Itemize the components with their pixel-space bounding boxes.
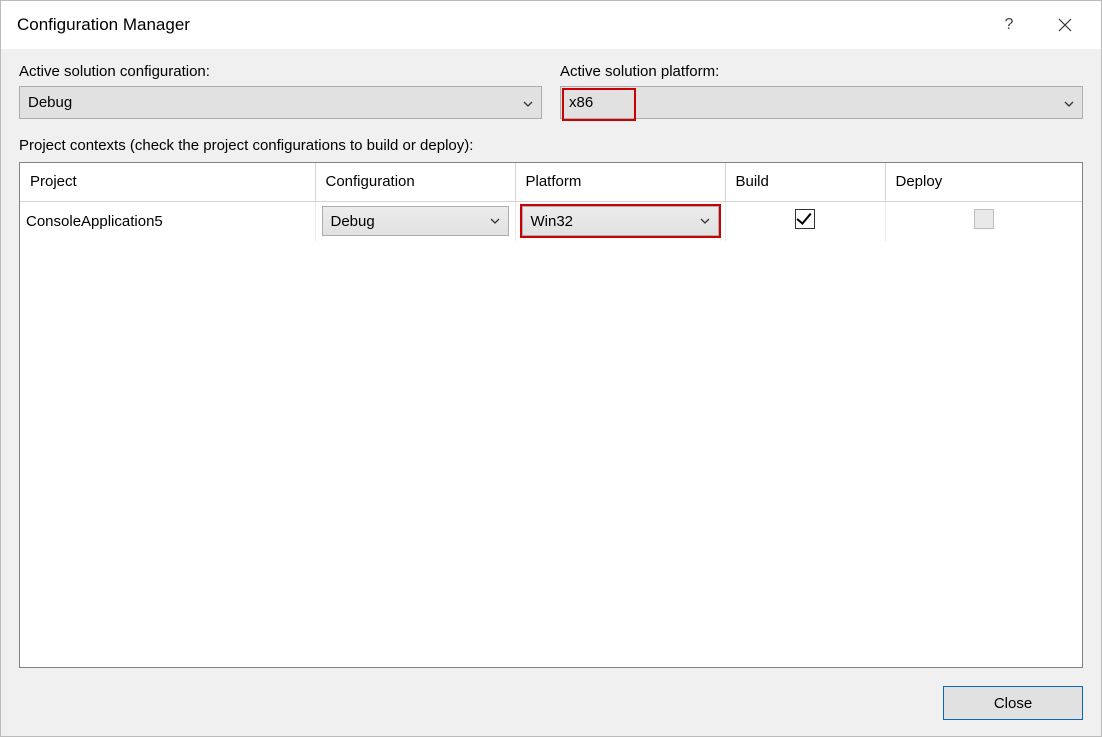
- client-area: Active solution configuration: Debug Act…: [1, 49, 1101, 736]
- window-title: Configuration Manager: [17, 15, 993, 35]
- titlebar-buttons: ?: [993, 9, 1089, 41]
- deploy-checkbox: [974, 209, 994, 229]
- col-deploy[interactable]: Deploy: [885, 163, 1082, 201]
- build-checkbox[interactable]: [795, 209, 815, 229]
- row-configuration-combo[interactable]: Debug: [322, 206, 509, 236]
- project-contexts-grid: Project Configuration Platform Build Dep…: [19, 162, 1083, 668]
- dialog-footer: Close: [19, 668, 1083, 720]
- solution-platform-label: Active solution platform:: [560, 63, 1083, 80]
- solution-config-combo[interactable]: Debug: [19, 86, 542, 119]
- solution-platform-combo[interactable]: x86: [560, 86, 1083, 119]
- solution-platform-value: x86: [569, 94, 593, 111]
- solution-config-field: Active solution configuration: Debug: [19, 63, 542, 119]
- col-configuration[interactable]: Configuration: [315, 163, 515, 201]
- close-icon: [1058, 18, 1072, 32]
- help-icon: ?: [1005, 16, 1014, 34]
- chevron-down-icon: [700, 215, 710, 227]
- chevron-down-icon: [1064, 96, 1074, 110]
- cell-configuration: Debug: [315, 201, 515, 241]
- configuration-manager-dialog: Configuration Manager ? Active solution …: [0, 0, 1102, 737]
- close-button[interactable]: Close: [943, 686, 1083, 720]
- top-row: Active solution configuration: Debug Act…: [19, 63, 1083, 119]
- col-project[interactable]: Project: [20, 163, 315, 201]
- help-button[interactable]: ?: [993, 9, 1025, 41]
- col-platform[interactable]: Platform: [515, 163, 725, 201]
- titlebar: Configuration Manager ?: [1, 1, 1101, 49]
- row-platform-value: Win32: [531, 213, 574, 230]
- row-configuration-value: Debug: [331, 213, 375, 230]
- row-platform-combo[interactable]: Win32: [522, 206, 719, 236]
- solution-platform-field: Active solution platform: x86: [560, 63, 1083, 119]
- col-build[interactable]: Build: [725, 163, 885, 201]
- solution-config-label: Active solution configuration:: [19, 63, 542, 80]
- chevron-down-icon: [523, 96, 533, 110]
- cell-platform: Win32: [515, 201, 725, 241]
- cell-project: ConsoleApplication5: [20, 201, 315, 241]
- close-window-button[interactable]: [1049, 9, 1081, 41]
- cell-deploy: [885, 201, 1082, 241]
- project-table: Project Configuration Platform Build Dep…: [20, 163, 1082, 241]
- project-contexts-label: Project contexts (check the project conf…: [19, 137, 1083, 154]
- chevron-down-icon: [490, 215, 500, 227]
- cell-build: [725, 201, 885, 241]
- table-header-row: Project Configuration Platform Build Dep…: [20, 163, 1082, 201]
- close-button-label: Close: [994, 695, 1032, 712]
- table-row: ConsoleApplication5 Debug Win32: [20, 201, 1082, 241]
- solution-config-value: Debug: [28, 94, 72, 111]
